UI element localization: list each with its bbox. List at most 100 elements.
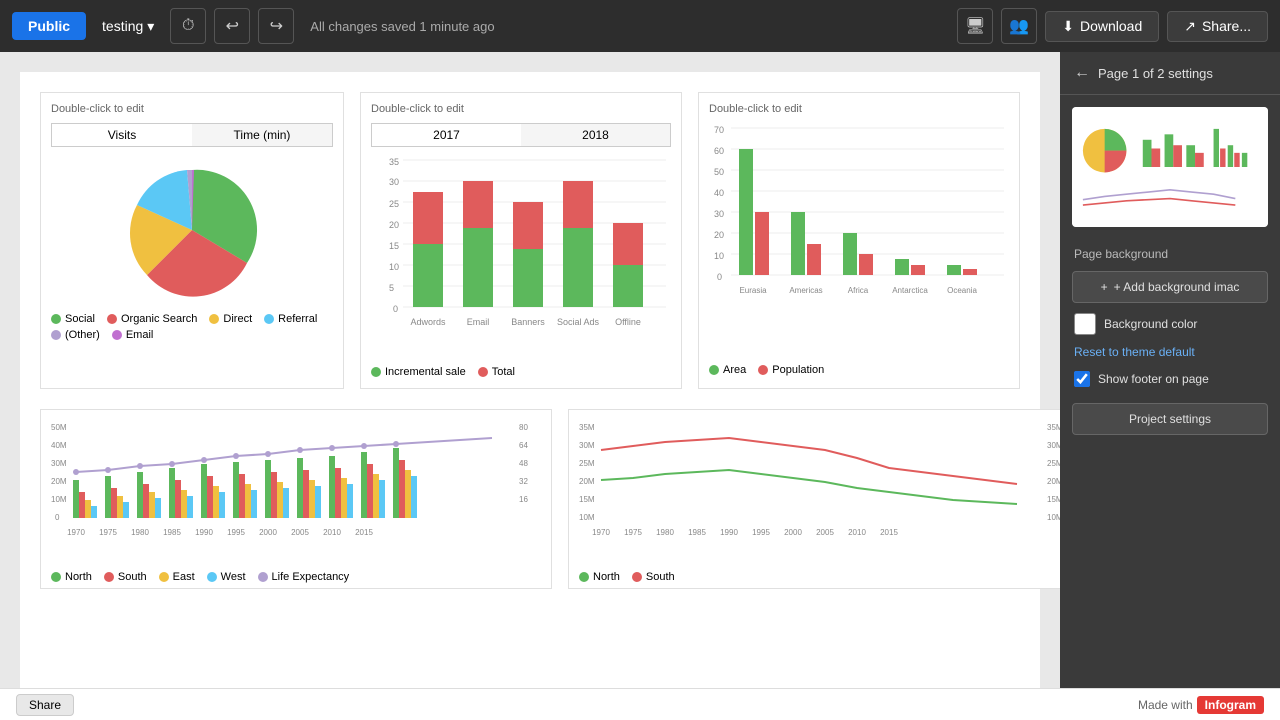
panel-thumbnail[interactable] (1072, 107, 1268, 227)
download-label: Download (1080, 18, 1142, 34)
svg-text:50: 50 (714, 167, 724, 177)
legend-organic: Organic Search (107, 313, 197, 325)
north-label: North (65, 571, 92, 583)
legend-south2: South (632, 571, 675, 583)
bottom-right-chart[interactable]: 35M 30M 25M 20M 15M 10M 35M 30M 25M 20M … (568, 409, 1060, 589)
social-dot (51, 314, 61, 324)
background-color-label: Background color (1104, 317, 1197, 331)
other-label: (Other) (65, 329, 100, 341)
redo-icon: ↪ (270, 16, 283, 36)
stacked-bar-container[interactable]: Double-click to edit 2017 2018 35 30 25 … (360, 92, 682, 389)
tab-time[interactable]: Time (min) (192, 124, 332, 146)
reset-theme-link[interactable]: Reset to theme default (1060, 341, 1280, 363)
referral-label: Referral (278, 313, 317, 325)
svg-text:Oceania: Oceania (947, 286, 977, 295)
canvas-area[interactable]: Double-click to edit Visits Time (min) (0, 52, 1060, 688)
legend-south: South (104, 571, 147, 583)
bottom-right-legend: North South (579, 571, 1060, 583)
legend-other: (Other) (51, 329, 100, 341)
svg-text:1990: 1990 (195, 528, 213, 537)
population-label: Population (772, 364, 824, 376)
svg-text:64: 64 (519, 441, 528, 450)
svg-text:5: 5 (389, 283, 394, 293)
svg-text:1990: 1990 (720, 528, 738, 537)
svg-text:15M: 15M (579, 495, 595, 504)
show-footer-checkbox[interactable] (1074, 371, 1090, 387)
svg-text:15M: 15M (1047, 495, 1060, 504)
svg-text:1970: 1970 (592, 528, 610, 537)
add-background-image-button[interactable]: + + Add background imac (1072, 271, 1268, 303)
bottom-left-chart[interactable]: 50M 40M 30M 20M 10M 0 80 64 48 32 16 (40, 409, 552, 589)
svg-text:2000: 2000 (259, 528, 277, 537)
svg-text:1995: 1995 (227, 528, 245, 537)
pie-chart-container[interactable]: Double-click to edit Visits Time (min) (40, 92, 344, 389)
svg-text:10: 10 (389, 262, 399, 272)
svg-text:0: 0 (717, 272, 722, 282)
svg-text:1985: 1985 (163, 528, 181, 537)
thumbnail-svg (1072, 107, 1268, 227)
share-icon: ↗ (1184, 18, 1196, 35)
history-button[interactable]: ⏱ (170, 8, 206, 44)
legend-referral: Referral (264, 313, 317, 325)
other-dot (51, 330, 61, 340)
svg-text:30M: 30M (51, 459, 67, 468)
svg-text:2005: 2005 (816, 528, 834, 537)
svg-text:2010: 2010 (848, 528, 866, 537)
svg-text:35M: 35M (1047, 423, 1060, 432)
stacked-bar-svg: 35 30 25 20 15 10 5 0 (371, 155, 671, 355)
collaborate-button[interactable]: 👥 (1001, 8, 1037, 44)
undo-button[interactable]: ↩ (214, 8, 250, 44)
svg-text:20: 20 (714, 230, 724, 240)
total-label: Total (492, 366, 515, 378)
legend-incremental: Incremental sale (371, 366, 466, 378)
show-footer-label[interactable]: Show footer on page (1098, 372, 1209, 386)
organic-label: Organic Search (121, 313, 197, 325)
west-label: West (221, 571, 246, 583)
panel-header: ← Page 1 of 2 settings (1060, 52, 1280, 95)
region-bar-container[interactable]: Double-click to edit 70 60 50 40 30 20 1… (698, 92, 1020, 389)
svg-text:80: 80 (519, 423, 528, 432)
clock-icon: ⏱ (182, 17, 194, 35)
north2-dot (579, 572, 589, 582)
saved-status: All changes saved 1 minute ago (310, 19, 494, 34)
year-tabs: 2017 2018 (371, 123, 671, 147)
footer-share-button[interactable]: Share (16, 694, 74, 716)
tab-2018[interactable]: 2018 (521, 124, 670, 146)
present-button[interactable]: 🖥 (957, 8, 993, 44)
svg-text:0: 0 (393, 304, 398, 314)
svg-text:20M: 20M (51, 477, 67, 486)
svg-text:10M: 10M (1047, 513, 1060, 522)
show-footer-row: Show footer on page (1060, 363, 1280, 395)
tab-visits[interactable]: Visits (52, 124, 192, 146)
svg-text:1975: 1975 (624, 528, 642, 537)
made-with-label: Made with (1138, 698, 1193, 712)
legend-north: North (51, 571, 92, 583)
panel-title: Page 1 of 2 settings (1098, 66, 1213, 81)
panel-back-button[interactable]: ← (1074, 64, 1090, 82)
incremental-label: Incremental sale (385, 366, 466, 378)
region-legend: Area Population (709, 364, 1009, 376)
svg-text:10: 10 (714, 251, 724, 261)
main-area: Double-click to edit Visits Time (min) (0, 52, 1280, 688)
pie-chart-tabs: Visits Time (min) (51, 123, 333, 147)
social-label: Social (65, 313, 95, 325)
redo-button[interactable]: ↪ (258, 8, 294, 44)
svg-text:40: 40 (714, 188, 724, 198)
svg-text:70: 70 (714, 125, 724, 135)
svg-text:1985: 1985 (688, 528, 706, 537)
share-button[interactable]: ↗ Share... (1167, 11, 1268, 42)
direct-dot (209, 314, 219, 324)
project-settings-label: Project settings (1129, 412, 1211, 426)
project-name-dropdown[interactable]: testing ▾ (94, 14, 162, 39)
public-button[interactable]: Public (12, 12, 86, 40)
background-color-swatch[interactable] (1074, 313, 1096, 335)
svg-text:2015: 2015 (355, 528, 373, 537)
project-settings-button[interactable]: Project settings (1072, 403, 1268, 435)
south-dot (104, 572, 114, 582)
svg-text:20M: 20M (1047, 477, 1060, 486)
pie-chart-svg-area (51, 155, 333, 305)
svg-text:Banners: Banners (511, 317, 545, 327)
tab-2017[interactable]: 2017 (372, 124, 521, 146)
svg-text:2005: 2005 (291, 528, 309, 537)
download-button[interactable]: ⬇ Download (1045, 11, 1159, 42)
